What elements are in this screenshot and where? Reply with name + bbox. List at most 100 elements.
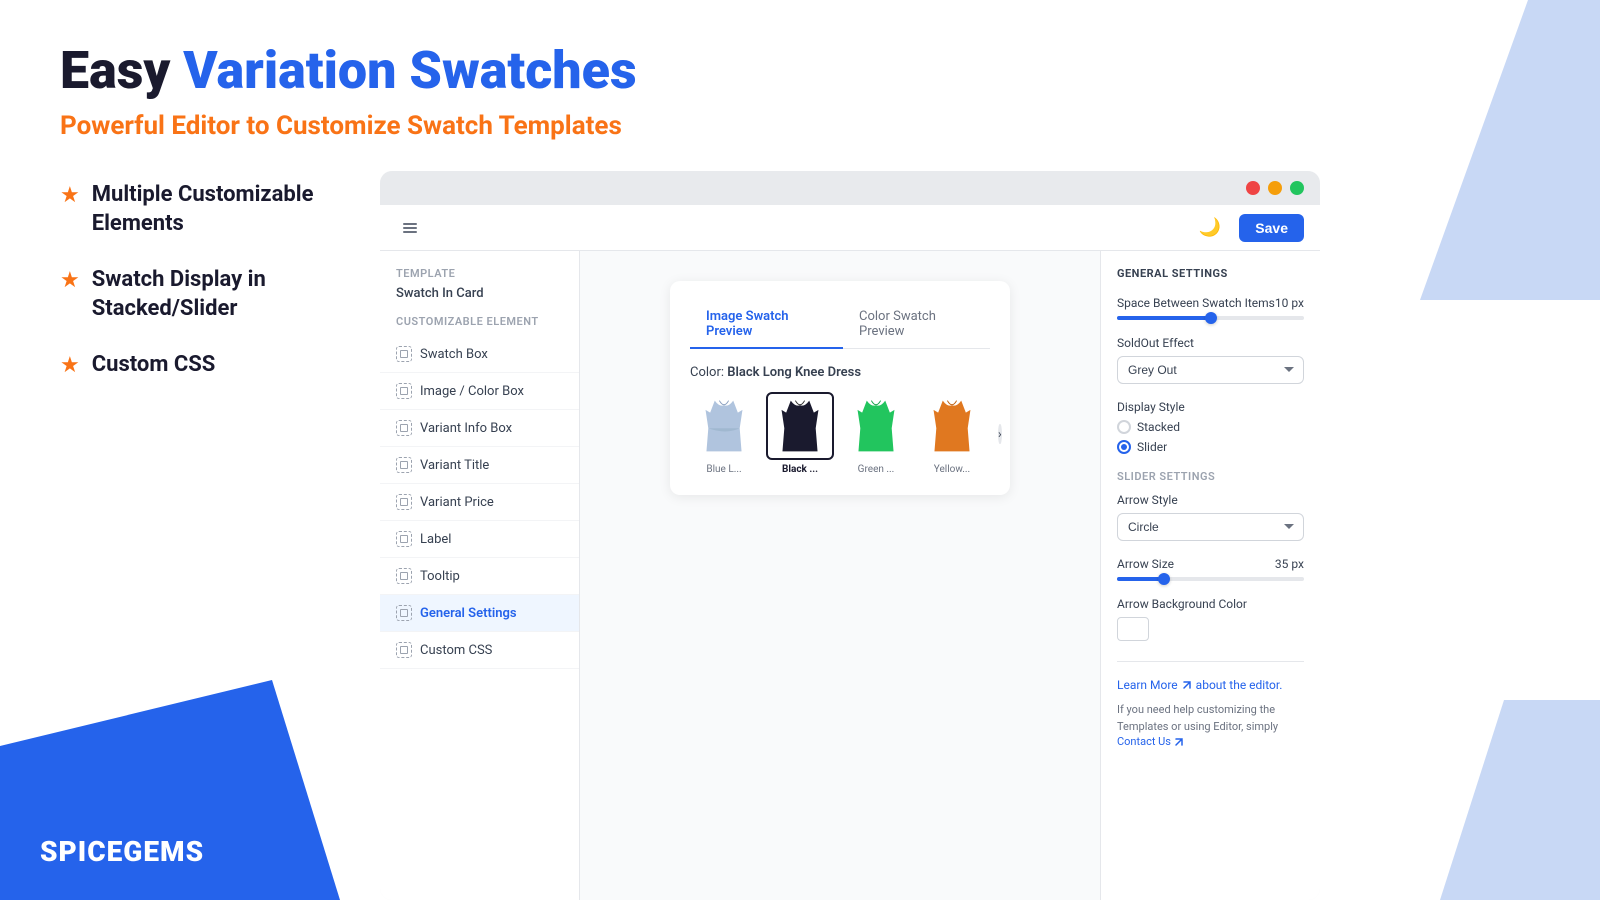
swatch-img-yellow bbox=[918, 392, 986, 460]
arrow-bg-color-label: Arrow Background Color bbox=[1117, 597, 1304, 611]
space-between-label-text: Space Between Swatch Items bbox=[1117, 296, 1275, 310]
sidebar-item-variant-price[interactable]: Variant Price bbox=[380, 484, 579, 521]
dark-mode-button[interactable]: 🌙 bbox=[1191, 213, 1229, 242]
arrow-size-label-text: Arrow Size bbox=[1117, 557, 1174, 571]
tab-image-swatch-preview[interactable]: Image Swatch Preview bbox=[690, 301, 843, 349]
expand-icon-tooltip bbox=[396, 568, 412, 584]
spicegems-logo: SPICEGEMS bbox=[40, 835, 204, 868]
swatch-label-yellow: Yellow... bbox=[934, 464, 970, 475]
spicegems-text: SPICEGEMS bbox=[40, 835, 204, 868]
radio-label-stacked: Stacked bbox=[1137, 420, 1180, 434]
contact-external-link-icon bbox=[1174, 737, 1184, 747]
soldout-effect-label-text: SoldOut Effect bbox=[1117, 336, 1194, 350]
external-link-icon bbox=[1182, 680, 1192, 690]
window-btn-red[interactable] bbox=[1246, 181, 1260, 195]
preview-color-label: Color: Black Long Knee Dress bbox=[690, 365, 990, 380]
help-text: If you need help customizing the Templat… bbox=[1117, 702, 1304, 735]
sidebar-label-variant-info-box: Variant Info Box bbox=[420, 421, 512, 436]
space-between-slider-thumb[interactable] bbox=[1205, 312, 1217, 324]
sidebar-label-custom-css: Custom CSS bbox=[420, 643, 492, 658]
sidebar-item-custom-css[interactable]: Custom CSS bbox=[380, 632, 579, 669]
swatches-row: Blue L... Black ... bbox=[690, 392, 990, 475]
sidebar-label-variant-price: Variant Price bbox=[420, 495, 494, 510]
swatch-item-black[interactable]: Black ... bbox=[766, 392, 834, 475]
radio-slider[interactable]: Slider bbox=[1117, 440, 1304, 454]
expand-icon-variant-info-box bbox=[396, 420, 412, 436]
color-value-text: Black Long Knee Dress bbox=[727, 365, 861, 380]
arrow-size-slider-fill bbox=[1117, 577, 1164, 581]
display-style-label: Display Style bbox=[1117, 400, 1304, 414]
editor-body: Template Swatch In Card CUSTOMIZABLE ELE… bbox=[380, 251, 1320, 900]
template-label: Template bbox=[380, 267, 579, 284]
radio-circle-stacked bbox=[1117, 420, 1131, 434]
star-icon-3: ★ bbox=[60, 353, 80, 378]
arrow-style-select[interactable]: Circle Square Arrow bbox=[1117, 513, 1304, 541]
radio-circle-slider bbox=[1117, 440, 1131, 454]
swatch-item-green[interactable]: Green ... bbox=[842, 392, 910, 475]
expand-icon-image-color-box bbox=[396, 383, 412, 399]
feature-text-3: Custom CSS bbox=[92, 351, 216, 380]
sidebar-label-general-settings: General Settings bbox=[420, 606, 517, 621]
sidebar-item-general-settings[interactable]: General Settings bbox=[380, 595, 579, 632]
sidebar-item-label[interactable]: Label bbox=[380, 521, 579, 558]
expand-icon-general-settings bbox=[396, 605, 412, 621]
radio-stacked[interactable]: Stacked bbox=[1117, 420, 1304, 434]
star-icon-1: ★ bbox=[60, 183, 80, 208]
expand-icon-label bbox=[396, 531, 412, 547]
swatch-img-black bbox=[766, 392, 834, 460]
editor-window: 🌙 Save Template Swatch In Card CUSTOMIZA… bbox=[380, 171, 1320, 900]
title-highlight: Variation Swatches bbox=[183, 40, 636, 101]
sidebar-item-variant-info-box[interactable]: Variant Info Box bbox=[380, 410, 579, 447]
learn-more-link[interactable]: Learn More about the editor. bbox=[1117, 678, 1304, 692]
arrow-bg-color-label-text: Arrow Background Color bbox=[1117, 597, 1247, 611]
soldout-effect-select[interactable]: Grey Out Cross Out None bbox=[1117, 356, 1304, 384]
feature-item-2: ★ Swatch Display in Stacked/Slider bbox=[60, 266, 340, 323]
preview-tabs: Image Swatch Preview Color Swatch Previe… bbox=[690, 301, 990, 349]
arrow-style-label: Arrow Style bbox=[1117, 493, 1304, 507]
swatch-label-blue: Blue L... bbox=[706, 464, 741, 475]
sidebar-item-swatch-box[interactable]: Swatch Box bbox=[380, 336, 579, 373]
slider-settings-label: SLIDER SETTINGS bbox=[1117, 470, 1304, 483]
display-style-setting: Display Style Stacked Slider bbox=[1117, 400, 1304, 454]
soldout-effect-setting: SoldOut Effect Grey Out Cross Out None bbox=[1117, 336, 1304, 384]
editor-toolbar: 🌙 Save bbox=[380, 205, 1320, 251]
display-style-label-text: Display Style bbox=[1117, 400, 1185, 414]
swatch-label-green: Green ... bbox=[858, 464, 895, 475]
sidebar-label-image-color-box: Image / Color Box bbox=[420, 384, 524, 399]
arrow-style-setting: Arrow Style Circle Square Arrow bbox=[1117, 493, 1304, 541]
sidebar-item-tooltip[interactable]: Tooltip bbox=[380, 558, 579, 595]
window-btn-yellow[interactable] bbox=[1268, 181, 1282, 195]
learn-more-text: Learn More bbox=[1117, 678, 1178, 692]
space-between-slider[interactable] bbox=[1117, 316, 1304, 320]
feature-text-2: Swatch Display in Stacked/Slider bbox=[92, 266, 340, 323]
arrow-bg-color-swatch[interactable] bbox=[1117, 617, 1149, 641]
sidebar-item-image-color-box[interactable]: Image / Color Box bbox=[380, 373, 579, 410]
general-settings-title: GENERAL SETTINGS bbox=[1117, 267, 1304, 280]
star-icon-2: ★ bbox=[60, 268, 80, 293]
color-label-text: Color: bbox=[690, 365, 727, 380]
swatch-item-yellow[interactable]: Yellow... bbox=[918, 392, 986, 475]
window-titlebar bbox=[380, 171, 1320, 205]
arrow-size-slider-thumb[interactable] bbox=[1158, 573, 1170, 585]
menu-icon[interactable] bbox=[396, 214, 424, 242]
template-name: Swatch In Card bbox=[380, 284, 579, 315]
contact-label: Contact Us bbox=[1117, 735, 1171, 748]
expand-icon-variant-title bbox=[396, 457, 412, 473]
window-btn-green[interactable] bbox=[1290, 181, 1304, 195]
arrow-size-setting: Arrow Size 35 px bbox=[1117, 557, 1304, 581]
subtitle: Powerful Editor to Customize Swatch Temp… bbox=[60, 111, 1540, 141]
main-title: Easy Variation Swatches bbox=[60, 40, 1540, 101]
tab-color-swatch-preview[interactable]: Color Swatch Preview bbox=[843, 301, 990, 349]
swatches-nav-next[interactable]: › bbox=[998, 424, 1002, 444]
settings-panel: GENERAL SETTINGS Space Between Swatch It… bbox=[1100, 251, 1320, 900]
swatch-img-blue bbox=[690, 392, 758, 460]
arrow-size-slider[interactable] bbox=[1117, 577, 1304, 581]
space-between-label: Space Between Swatch Items 10 px bbox=[1117, 296, 1304, 310]
feature-text-1: Multiple Customizable Elements bbox=[92, 181, 340, 238]
swatch-item-blue[interactable]: Blue L... bbox=[690, 392, 758, 475]
save-button[interactable]: Save bbox=[1239, 214, 1304, 242]
contact-us-link[interactable]: Contact Us bbox=[1117, 735, 1304, 748]
sidebar-label-variant-title: Variant Title bbox=[420, 458, 489, 473]
sidebar-item-variant-title[interactable]: Variant Title bbox=[380, 447, 579, 484]
editor-sidebar: Template Swatch In Card CUSTOMIZABLE ELE… bbox=[380, 251, 580, 900]
